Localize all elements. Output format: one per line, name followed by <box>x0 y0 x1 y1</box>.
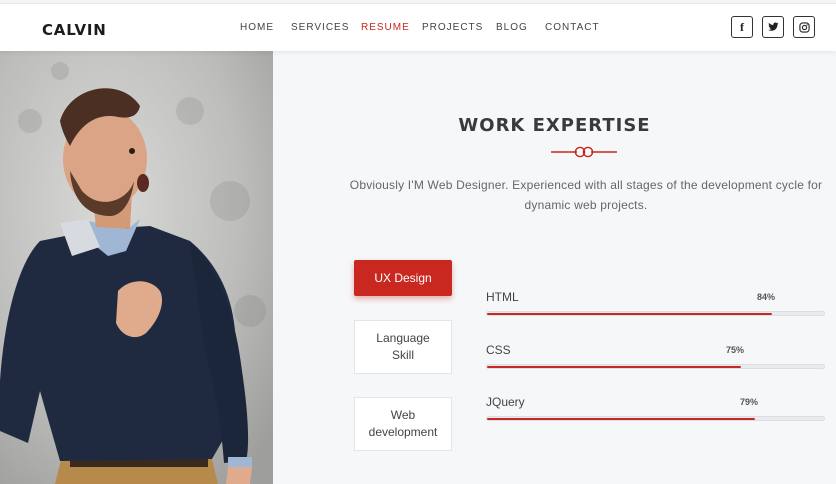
nav-item-resume[interactable]: RESUME <box>361 22 410 33</box>
facebook-button[interactable]: f <box>731 16 753 38</box>
skill-name: HTML <box>486 290 519 304</box>
section-description: Obviously I'M Web Designer. Experienced … <box>349 178 823 212</box>
tab-web-development[interactable]: Web development <box>354 397 452 451</box>
nav-item-home[interactable]: HOME <box>240 22 274 33</box>
title-divider-icon <box>551 146 617 158</box>
nav-item-projects[interactable]: PROJECTS <box>422 22 483 33</box>
skill-progress-fill <box>487 417 755 420</box>
instagram-icon <box>798 21 810 33</box>
tab-ux-design[interactable]: UX Design <box>354 260 452 296</box>
skill-progress-fill <box>487 365 741 368</box>
profile-photo <box>0 51 273 484</box>
nav-item-services[interactable]: SERVICES <box>291 22 349 33</box>
skill-progress-track <box>486 364 825 369</box>
twitter-icon <box>767 22 779 31</box>
skill-progress-track <box>486 416 825 421</box>
skill-name: JQuery <box>486 395 525 409</box>
twitter-button[interactable] <box>762 16 784 38</box>
skill-percent: 84% <box>757 292 776 302</box>
facebook-icon: f <box>740 20 744 34</box>
nav-item-blog[interactable]: BLOG <box>496 22 528 33</box>
skill-percent: 75% <box>726 345 745 355</box>
site-logo[interactable]: CALVIN <box>42 21 107 39</box>
skill-progress-fill <box>487 312 772 315</box>
work-expertise-section: WORK EXPERTISE Obviously I'M Web Designe… <box>273 51 836 484</box>
instagram-button[interactable] <box>793 16 815 38</box>
site-header: CALVIN HOME SERVICES RESUME PROJECTS BLO… <box>0 4 836 51</box>
skill-percent: 79% <box>740 397 759 407</box>
person-illustration <box>0 51 273 484</box>
skill-name: CSS <box>486 343 511 357</box>
tab-language-skill[interactable]: Language Skill <box>354 320 452 374</box>
skill-progress-track <box>486 311 825 316</box>
section-title: WORK EXPERTISE <box>458 115 651 136</box>
nav-item-contact[interactable]: CONTACT <box>545 22 600 33</box>
